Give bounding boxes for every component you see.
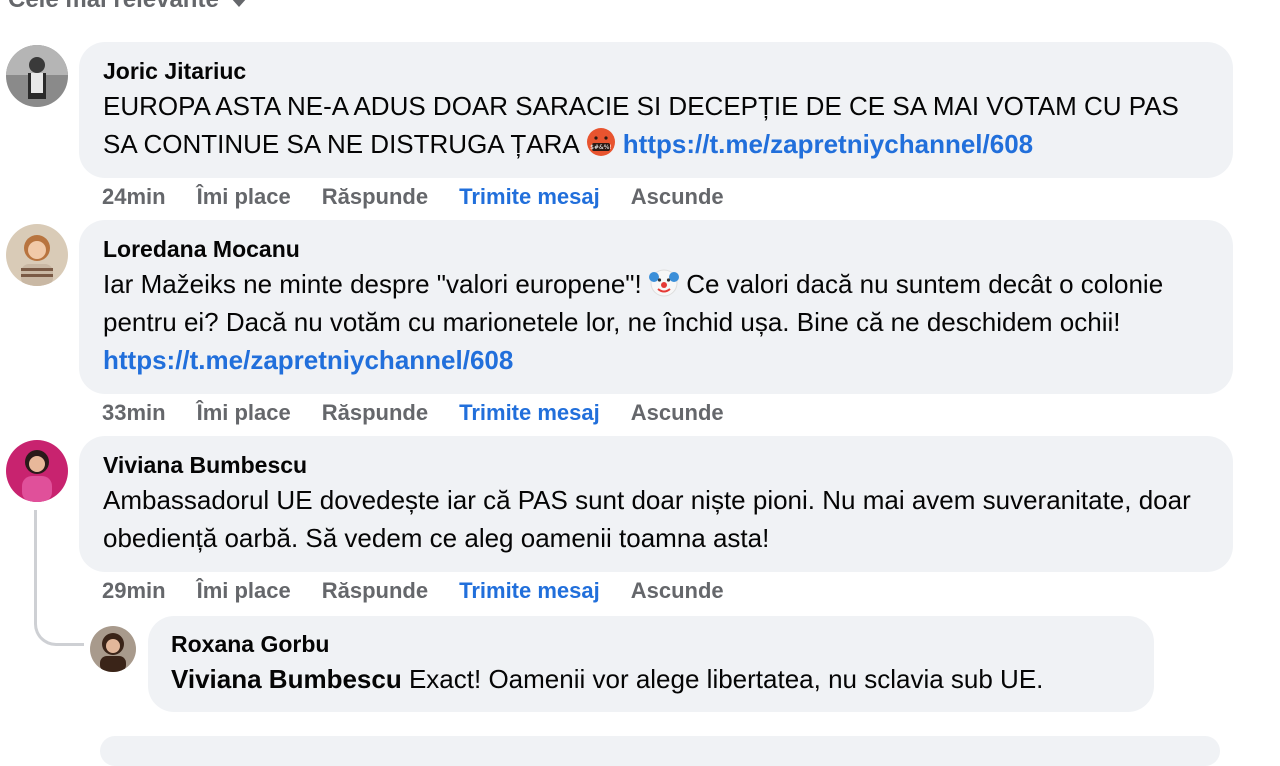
cursing-face-emoji-icon: $#&%! xyxy=(586,127,616,157)
send-message-button[interactable]: Trimite mesaj xyxy=(459,578,600,604)
reply-author[interactable]: Roxana Gorbu xyxy=(171,630,1131,658)
comment-text: Ambassadorul UE dovedește iar că PAS sun… xyxy=(103,485,1191,553)
send-message-button[interactable]: Trimite mesaj xyxy=(459,400,600,426)
reply-button[interactable]: Răspunde xyxy=(322,184,428,210)
comment-link[interactable]: https://t.me/zapretniychannel/608 xyxy=(623,129,1033,159)
like-button[interactable]: Îmi place xyxy=(197,578,291,604)
comment-author[interactable]: Viviana Bumbescu xyxy=(103,451,1209,479)
comment-time[interactable]: 24min xyxy=(102,184,166,210)
like-button[interactable]: Îmi place xyxy=(197,184,291,210)
comment-bubble: Loredana Mocanu Iar Mažeiks ne minte des… xyxy=(79,220,1233,394)
sort-label: Cele mai relevante xyxy=(8,0,219,14)
comment-actions: 24min Îmi place Răspunde Trimite mesaj A… xyxy=(102,184,724,210)
hide-button[interactable]: Ascunde xyxy=(631,184,724,210)
reply-bubble: Roxana Gorbu Viviana Bumbescu Exact! Oam… xyxy=(148,616,1154,712)
comment-text: EUROPA ASTA NE-A ADUS DOAR SARACIE SI DE… xyxy=(103,87,1209,163)
avatar[interactable] xyxy=(90,626,136,672)
thread-connector xyxy=(34,510,84,646)
comment-body-start: Iar Mažeiks ne minte despre "valori euro… xyxy=(103,269,642,299)
reply-text: Viviana Bumbescu Exact! Oamenii vor aleg… xyxy=(171,660,1131,698)
hide-button[interactable]: Ascunde xyxy=(631,578,724,604)
avatar[interactable] xyxy=(6,440,68,502)
reply-button[interactable]: Răspunde xyxy=(322,578,428,604)
reply-button[interactable]: Răspunde xyxy=(322,400,428,426)
comment-time[interactable]: 29min xyxy=(102,578,166,604)
comment-link[interactable]: https://t.me/zapretniychannel/608 xyxy=(103,345,513,375)
svg-text:$#&%!: $#&%! xyxy=(590,144,612,151)
comment-author[interactable]: Joric Jitariuc xyxy=(103,57,1209,85)
sort-dropdown[interactable]: Cele mai relevante xyxy=(8,0,247,14)
hide-button[interactable]: Ascunde xyxy=(631,400,724,426)
avatar[interactable] xyxy=(6,45,68,107)
clown-face-emoji-icon xyxy=(648,267,679,297)
comment-text: Iar Mažeiks ne minte despre "valori euro… xyxy=(103,265,1209,379)
comment-composer[interactable] xyxy=(100,736,1220,766)
comment-actions: 33min Îmi place Răspunde Trimite mesaj A… xyxy=(102,400,724,426)
comment-actions: 29min Îmi place Răspunde Trimite mesaj A… xyxy=(102,578,724,604)
reply-mention[interactable]: Viviana Bumbescu xyxy=(171,664,402,694)
chevron-down-icon xyxy=(230,0,247,7)
reply-body: Exact! Oamenii vor alege libertatea, nu … xyxy=(408,664,1044,694)
comment-bubble: Viviana Bumbescu Ambassadorul UE dovedeș… xyxy=(79,436,1233,572)
send-message-button[interactable]: Trimite mesaj xyxy=(459,184,600,210)
comment-bubble: Joric Jitariuc EUROPA ASTA NE-A ADUS DOA… xyxy=(79,42,1233,178)
avatar[interactable] xyxy=(6,224,68,286)
comment-author[interactable]: Loredana Mocanu xyxy=(103,235,1209,263)
like-button[interactable]: Îmi place xyxy=(197,400,291,426)
comment-time[interactable]: 33min xyxy=(102,400,166,426)
